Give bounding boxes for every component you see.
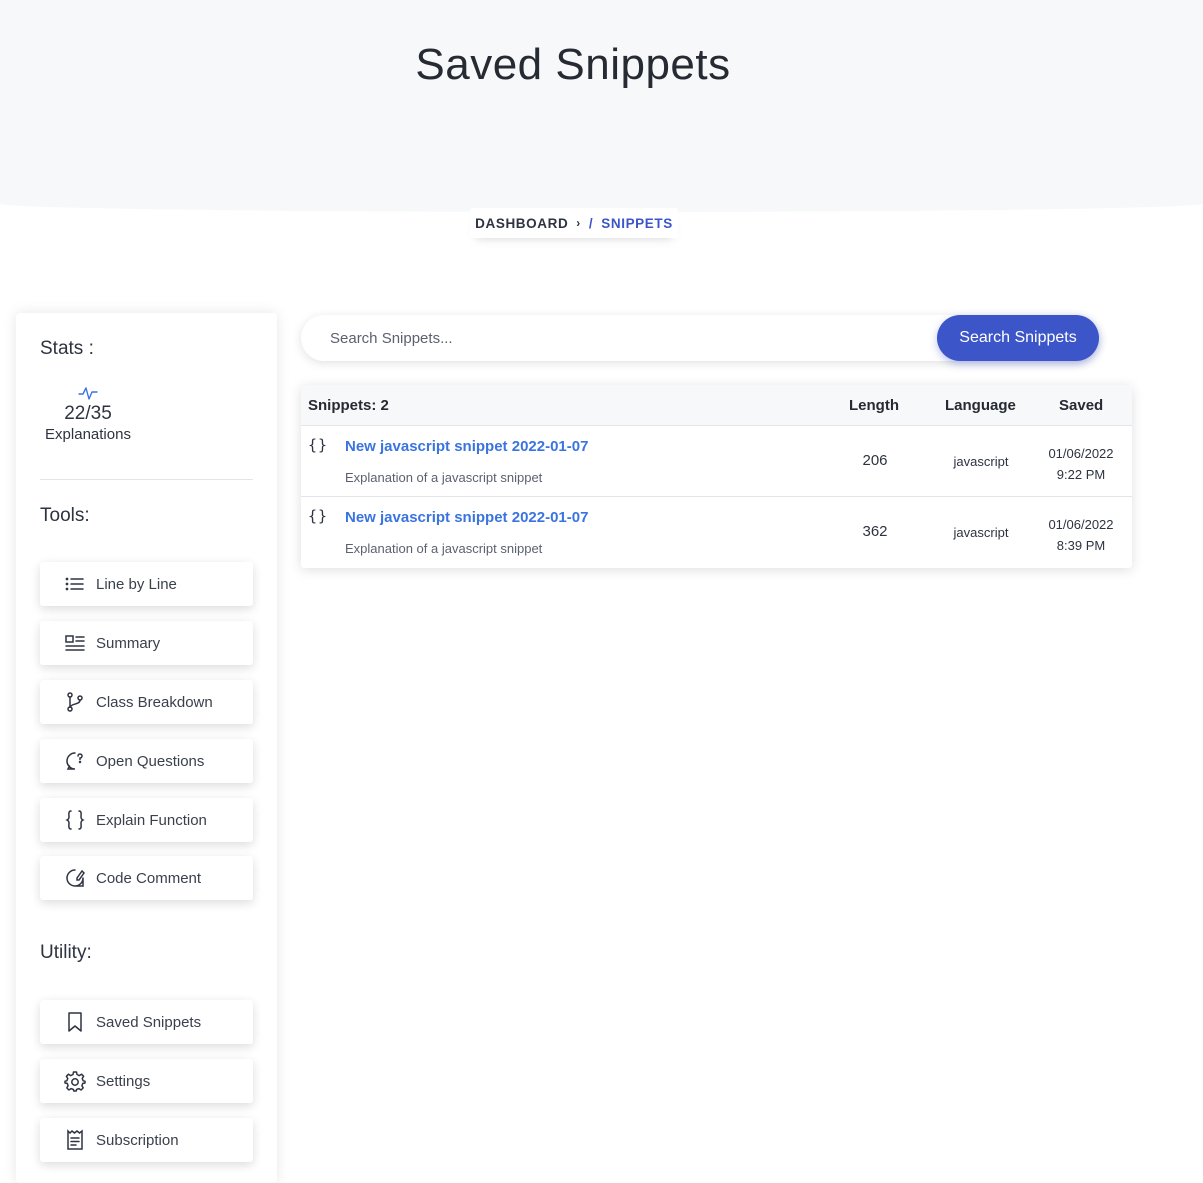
git-branch-icon	[67, 692, 83, 712]
snippet-title-link[interactable]: New javascript snippet 2022-01-07	[345, 438, 588, 455]
list-icon	[65, 577, 84, 591]
tool-summary-button[interactable]: Summary	[40, 621, 253, 665]
saved-date: 01/06/2022	[1048, 517, 1114, 532]
tools-heading: Tools:	[40, 505, 90, 526]
tool-label: Class Breakdown	[96, 693, 213, 711]
sidebar: Stats : 22/35 Explanations Tools: Line b…	[16, 313, 277, 1183]
table-header: Snippets: 2 Length Language Saved	[301, 385, 1132, 426]
snippet-description: Explanation of a javascript snippet	[345, 541, 543, 556]
utility-heading: Utility:	[40, 942, 92, 963]
code-braces-icon: {}	[308, 436, 329, 454]
snippet-length: 362	[862, 523, 888, 540]
page-title: Saved Snippets	[415, 40, 731, 89]
chevron-right-icon: ›	[576, 216, 581, 230]
snippet-saved: 01/06/2022 9:22 PM	[1041, 443, 1121, 485]
breadcrumb: DASHBOARD › / SNIPPETS	[470, 208, 678, 238]
page-header: Saved Snippets	[0, 0, 1203, 212]
snippets-table: Snippets: 2 Length Language Saved {} New…	[301, 385, 1132, 568]
saved-time: 9:22 PM	[1056, 467, 1106, 482]
tool-class-breakdown-button[interactable]: Class Breakdown	[40, 680, 253, 724]
saved-time: 8:39 PM	[1056, 538, 1106, 553]
question-bubble-icon	[66, 752, 83, 770]
utility-saved-snippets-button[interactable]: Saved Snippets	[40, 1000, 253, 1044]
snippet-description: Explanation of a javascript snippet	[345, 470, 543, 485]
header-language[interactable]: Language	[945, 397, 1016, 414]
saved-date: 01/06/2022	[1048, 446, 1114, 461]
code-braces-icon: {}	[308, 507, 329, 525]
tool-explain-function-button[interactable]: Explain Function	[40, 798, 253, 842]
search-snippets-button[interactable]: Search Snippets	[937, 315, 1099, 361]
tool-open-questions-button[interactable]: Open Questions	[40, 739, 253, 783]
tool-code-comment-button[interactable]: Code Comment	[40, 856, 253, 900]
snippet-language: javascript	[953, 525, 1009, 540]
snippet-saved: 01/06/2022 8:39 PM	[1041, 514, 1121, 556]
summary-icon	[65, 635, 85, 651]
tool-label: Summary	[96, 634, 161, 652]
tool-label: Code Comment	[96, 869, 202, 887]
header-length[interactable]: Length	[849, 397, 899, 414]
stats-heading: Stats :	[40, 338, 94, 359]
snippet-title-link[interactable]: New javascript snippet 2022-01-07	[345, 509, 588, 526]
braces-icon	[65, 810, 85, 830]
gear-icon	[64, 1071, 86, 1092]
receipt-icon	[67, 1129, 83, 1150]
stat-value: 22/35	[64, 403, 112, 424]
tool-label: Open Questions	[96, 752, 205, 770]
utility-label: Saved Snippets	[96, 1013, 202, 1031]
search-bar: Search Snippets	[301, 315, 1099, 361]
tool-label: Explain Function	[96, 811, 207, 829]
sidebar-divider	[40, 479, 253, 480]
search-input[interactable]	[301, 315, 941, 361]
snippet-length: 206	[862, 452, 888, 469]
comment-edit-icon	[66, 869, 85, 887]
tool-line-by-line-button[interactable]: Line by Line	[40, 562, 253, 606]
header-saved[interactable]: Saved	[1059, 397, 1103, 414]
bookmark-icon	[68, 1012, 82, 1032]
table-row[interactable]: {} New javascript snippet 2022-01-07 Exp…	[301, 497, 1132, 568]
utility-subscription-button[interactable]: Subscription	[40, 1118, 253, 1162]
breadcrumb-slash: /	[588, 215, 594, 231]
stat-label: Explanations	[45, 426, 131, 443]
activity-icon	[78, 387, 98, 400]
breadcrumb-current: SNIPPETS	[601, 215, 673, 231]
stat-explanations: 22/35 Explanations	[40, 385, 136, 443]
utility-settings-button[interactable]: Settings	[40, 1059, 253, 1103]
snippet-language: javascript	[953, 454, 1009, 469]
tool-label: Line by Line	[96, 575, 177, 593]
snippets-count: Snippets: 2	[308, 397, 389, 414]
table-row[interactable]: {} New javascript snippet 2022-01-07 Exp…	[301, 426, 1132, 497]
utility-label: Subscription	[96, 1131, 179, 1149]
utility-label: Settings	[96, 1072, 151, 1090]
breadcrumb-dashboard-link[interactable]: DASHBOARD	[475, 216, 568, 231]
